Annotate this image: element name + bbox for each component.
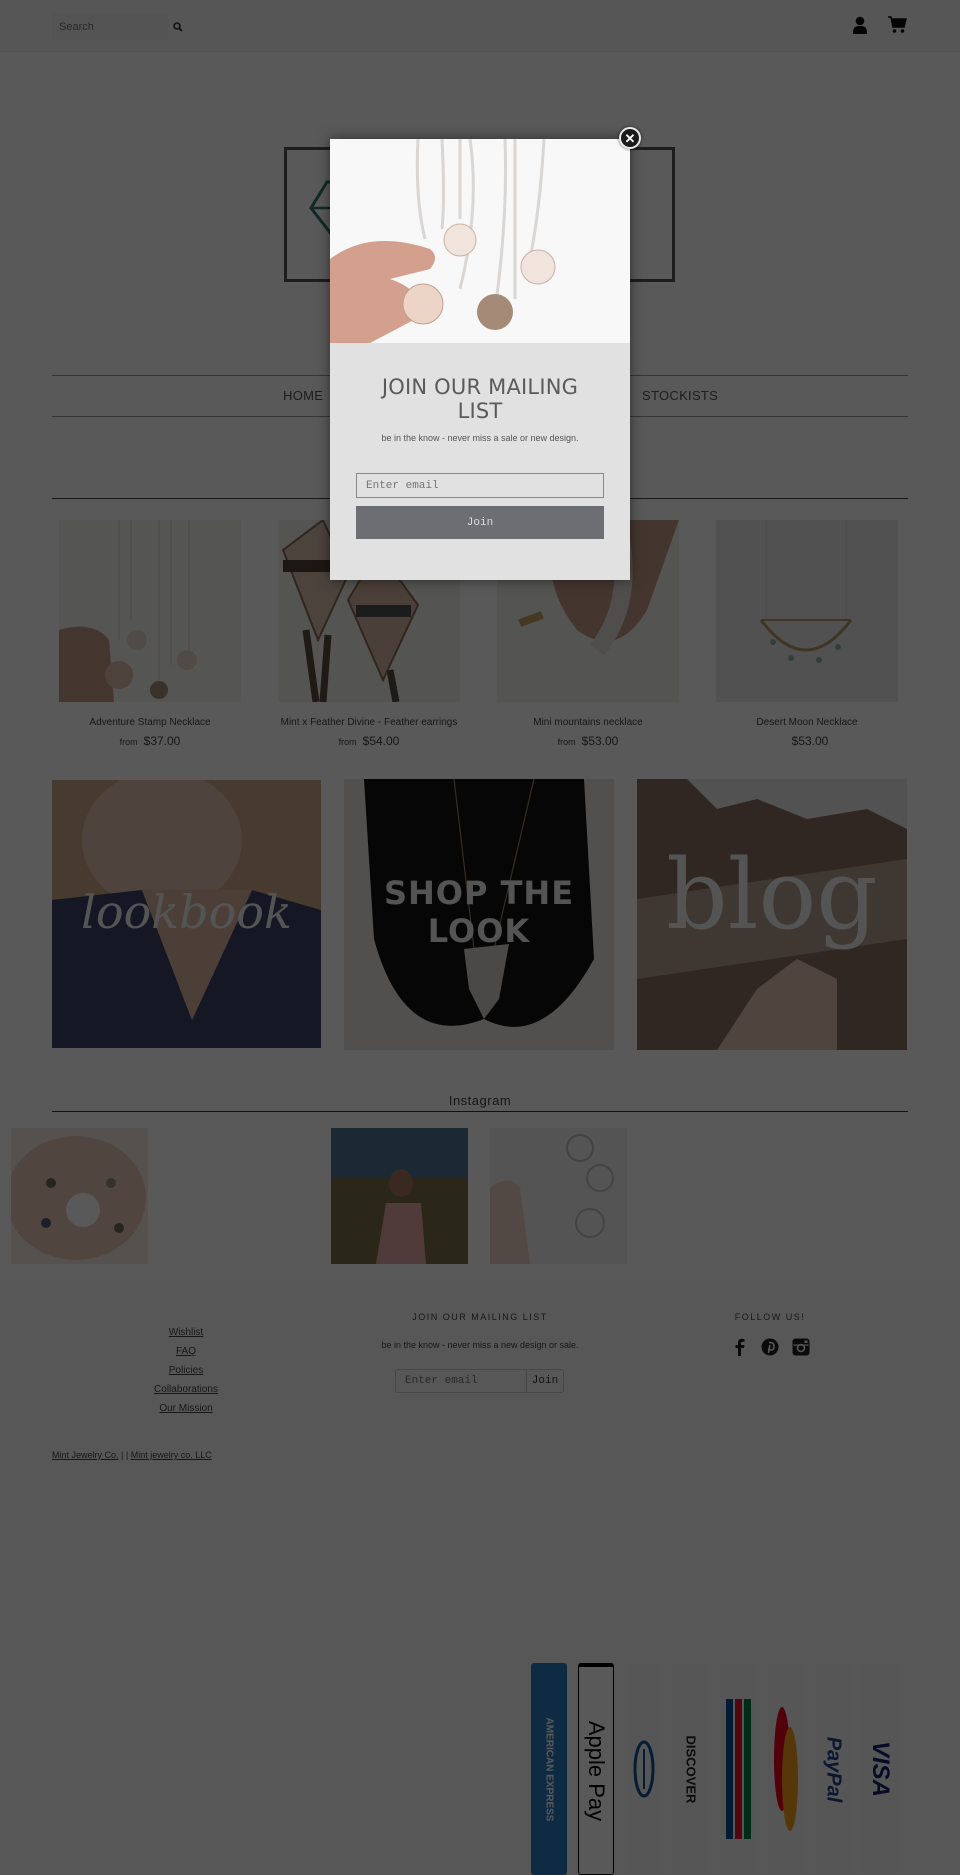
modal-subtitle: be in the know - never miss a sale or ne… (381, 433, 579, 443)
close-icon[interactable]: ✕ (619, 127, 641, 149)
modal-email-input[interactable] (356, 473, 604, 498)
mailing-list-modal: JOIN OUR MAILING LIST be in the know - n… (330, 139, 630, 580)
modal-title: JOIN OUR MAILING LIST (381, 375, 579, 423)
modal-join-button[interactable]: Join (356, 506, 604, 539)
modal-necklace-image (330, 139, 630, 343)
